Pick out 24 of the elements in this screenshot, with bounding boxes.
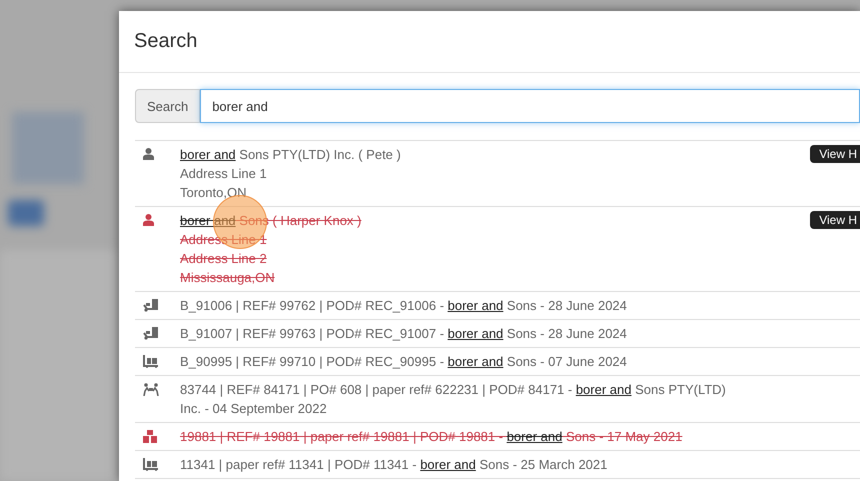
result-text[interactable]: B_91007 | REF# 99763 | POD# REC_91007 - borer and Sons - 28 June 2024: [180, 324, 627, 343]
person-icon: [143, 148, 154, 160]
view-button[interactable]: View H: [810, 211, 860, 229]
result-text[interactable]: Address Line 1: [180, 164, 267, 183]
result-text[interactable]: B_90995 | REF# 99710 | POD# REC_90995 - borer and Sons - 07 June 2024: [180, 352, 627, 371]
result-text[interactable]: B_91006 | REF# 99762 | POD# REC_91006 - borer and Sons - 28 June 2024: [180, 296, 627, 315]
hand-truck-icon: [143, 299, 159, 312]
result-text[interactable]: borer and Sons PTY(LTD) Inc. ( Pete ): [180, 145, 401, 164]
result-text[interactable]: Toronto,ON: [180, 183, 246, 202]
result-text[interactable]: 19881 | REF# 19881 | paper ref# 19881 | POD# 19881 - borer and Sons - 17 May 2021: [180, 427, 682, 446]
result-text[interactable]: 11341 | paper ref# 11341 | POD# 11341 - borer and Sons - 25 March 2021: [180, 455, 608, 474]
hand-truck-icon: [143, 327, 159, 340]
people-icon: [143, 383, 159, 396]
dialog-title: Search: [134, 30, 198, 53]
search-field[interactable]: borer and: [200, 89, 860, 123]
result-text[interactable]: 83744 | REF# 84171 | PO# 608 | paper ref# 622231 | POD# 84171 - borer and Sons PTY(LTD) Inc. - 04 September 2022: [180, 380, 735, 418]
result-text[interactable]: Address Line 2: [180, 249, 267, 268]
cart-icon: [143, 458, 159, 471]
result-text[interactable]: Mississauga,ON: [180, 268, 275, 287]
search-button[interactable]: Search: [135, 89, 200, 123]
cart-icon: [143, 355, 159, 368]
boxes-icon: [143, 430, 157, 443]
view-button[interactable]: View H: [810, 145, 860, 163]
person-icon: [143, 214, 154, 226]
